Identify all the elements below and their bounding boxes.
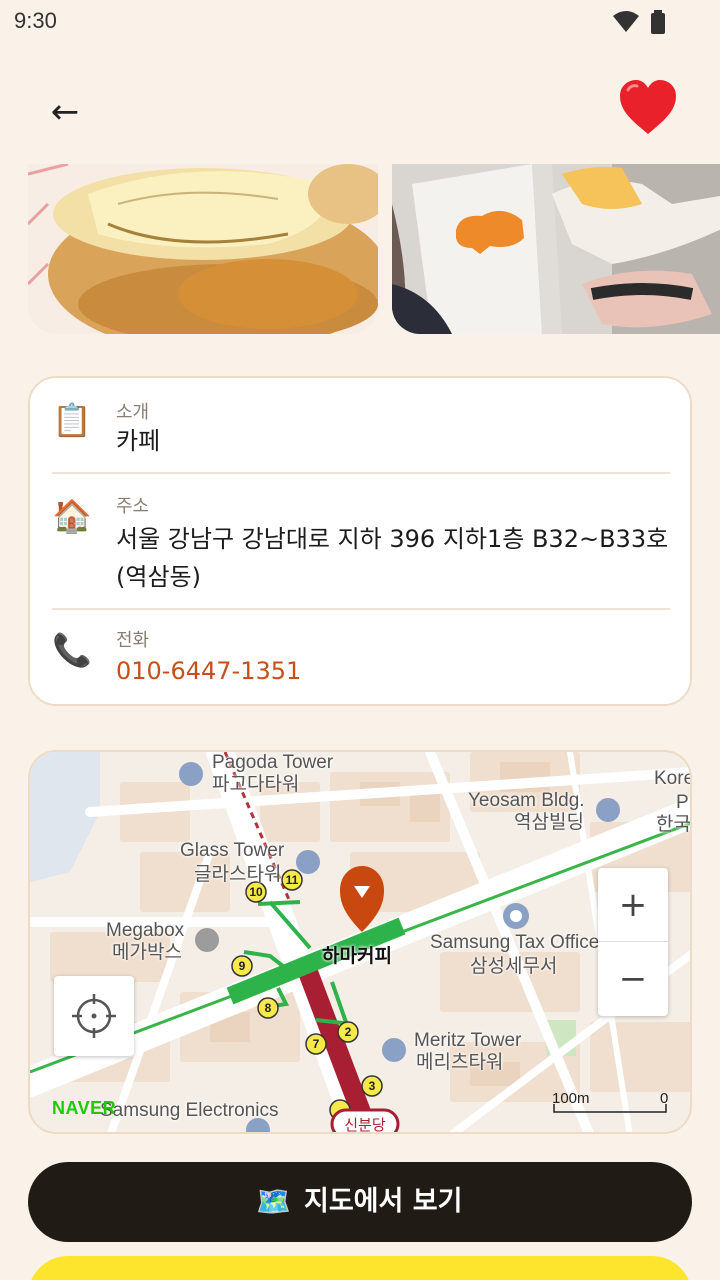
divider <box>52 472 670 474</box>
zoom-in-button[interactable]: + <box>598 868 668 942</box>
photo-coffee[interactable] <box>392 164 720 334</box>
map-label-glass-ko: 글라스타워 <box>194 864 282 885</box>
map-label-pagoda-en: Pagoda Tower <box>212 752 334 773</box>
exit-number: 9 <box>239 959 246 973</box>
bread-photo-image <box>28 164 378 334</box>
map-label-samsung-tax-en: Samsung Tax Office <box>430 932 600 953</box>
station-label: 신분당 <box>344 1116 386 1134</box>
favorite-button[interactable] <box>616 76 680 140</box>
map-label-kore: Kore <box>654 768 692 789</box>
exit-number: 2 <box>345 1025 352 1039</box>
address-row: 🏠 주소 서울 강남구 강남대로 지하 396 지하1층 B32~B33호 (역… <box>52 490 670 600</box>
exit-number: 11 <box>286 873 299 887</box>
naver-logo: NAVER <box>52 1098 117 1118</box>
heart-icon <box>620 80 676 134</box>
battery-icon <box>651 10 665 34</box>
scale-bar: 100m 0 <box>552 1090 672 1116</box>
status-icons <box>612 10 672 34</box>
zoom-out-button[interactable]: − <box>598 942 668 1016</box>
map-label-hanguk: 한국 <box>656 814 691 835</box>
map-card[interactable]: 10 11 9 8 7 2 3 신분당 Pagoda Tower 파고다타워 Y… <box>28 750 692 1134</box>
exit-number: 10 <box>249 885 263 899</box>
map-label-megabox-en: Megabox <box>106 920 185 941</box>
map-label-megabox-ko: 메가박스 <box>112 942 182 963</box>
phone-value[interactable]: 010-6447-1351 <box>116 652 672 690</box>
map-label-meritz-ko: 메리츠타워 <box>416 1052 504 1073</box>
exit-number: 3 <box>369 1079 376 1093</box>
zoom-controls: + − <box>598 868 668 1016</box>
map-label-samsung-tax-ko: 삼성세무서 <box>470 956 558 977</box>
intro-label: 소개 <box>116 402 150 423</box>
divider <box>52 608 670 610</box>
intro-value: 카페 <box>116 427 161 455</box>
exit-number: 8 <box>265 1001 272 1015</box>
map-label-glass-en: Glass Tower <box>180 840 285 861</box>
map-label-meritz-en: Meritz Tower <box>414 1030 522 1051</box>
house-icon: 🏠 <box>52 497 92 535</box>
scale-line <box>553 1104 667 1113</box>
my-location-button[interactable] <box>54 976 134 1056</box>
exit-number: 7 <box>313 1037 320 1051</box>
status-time: 9:30 <box>14 8 57 33</box>
map-label-samsung-elec: Samsung Electronics <box>100 1100 279 1121</box>
photo-bread[interactable] <box>28 164 378 334</box>
crosshair-icon <box>72 994 116 1038</box>
yellow-action-button[interactable] <box>28 1256 692 1280</box>
wifi-icon <box>613 11 639 32</box>
phone-icon: 📞 <box>52 631 92 669</box>
map-label-yeosam-en: Yeosam Bldg. <box>468 790 585 811</box>
info-card: 📋 소개 카페 🏠 주소 서울 강남구 강남대로 지하 396 지하1층 B32… <box>28 376 692 706</box>
back-button[interactable]: ← <box>38 88 92 136</box>
view-on-map-button[interactable]: 🗺️ 지도에서 보기 <box>28 1162 692 1242</box>
intro-row: 📋 소개 카페 <box>52 396 670 476</box>
map-label-place[interactable]: 하마커피 <box>322 946 392 968</box>
map-icon: 🗺️ <box>256 1185 291 1218</box>
place-detail-screen: 9:30 ← 📋 소개 카페 🏠 주소 서울 강남구 강남대로 지하 396 지… <box>0 0 720 1280</box>
map-label-pagoda-ko: 파고다타워 <box>212 774 300 795</box>
status-bar: 9:30 <box>0 0 720 44</box>
address-label: 주소 <box>116 496 150 517</box>
map-label-yeosam-ko: 역삼빌딩 <box>514 812 584 833</box>
phone-row[interactable]: 📞 전화 010-6447-1351 <box>52 624 670 694</box>
view-on-map-label: 지도에서 보기 <box>304 1186 463 1217</box>
top-bar: ← <box>0 70 720 154</box>
phone-label: 전화 <box>116 630 150 651</box>
address-value[interactable]: 서울 강남구 강남대로 지하 396 지하1층 B32~B33호 (역삼동) <box>116 520 672 596</box>
coffee-photo-image <box>392 164 720 334</box>
photo-strip[interactable] <box>0 164 720 334</box>
clipboard-icon: 📋 <box>52 401 92 439</box>
map-label-pr: Pr <box>676 792 690 813</box>
